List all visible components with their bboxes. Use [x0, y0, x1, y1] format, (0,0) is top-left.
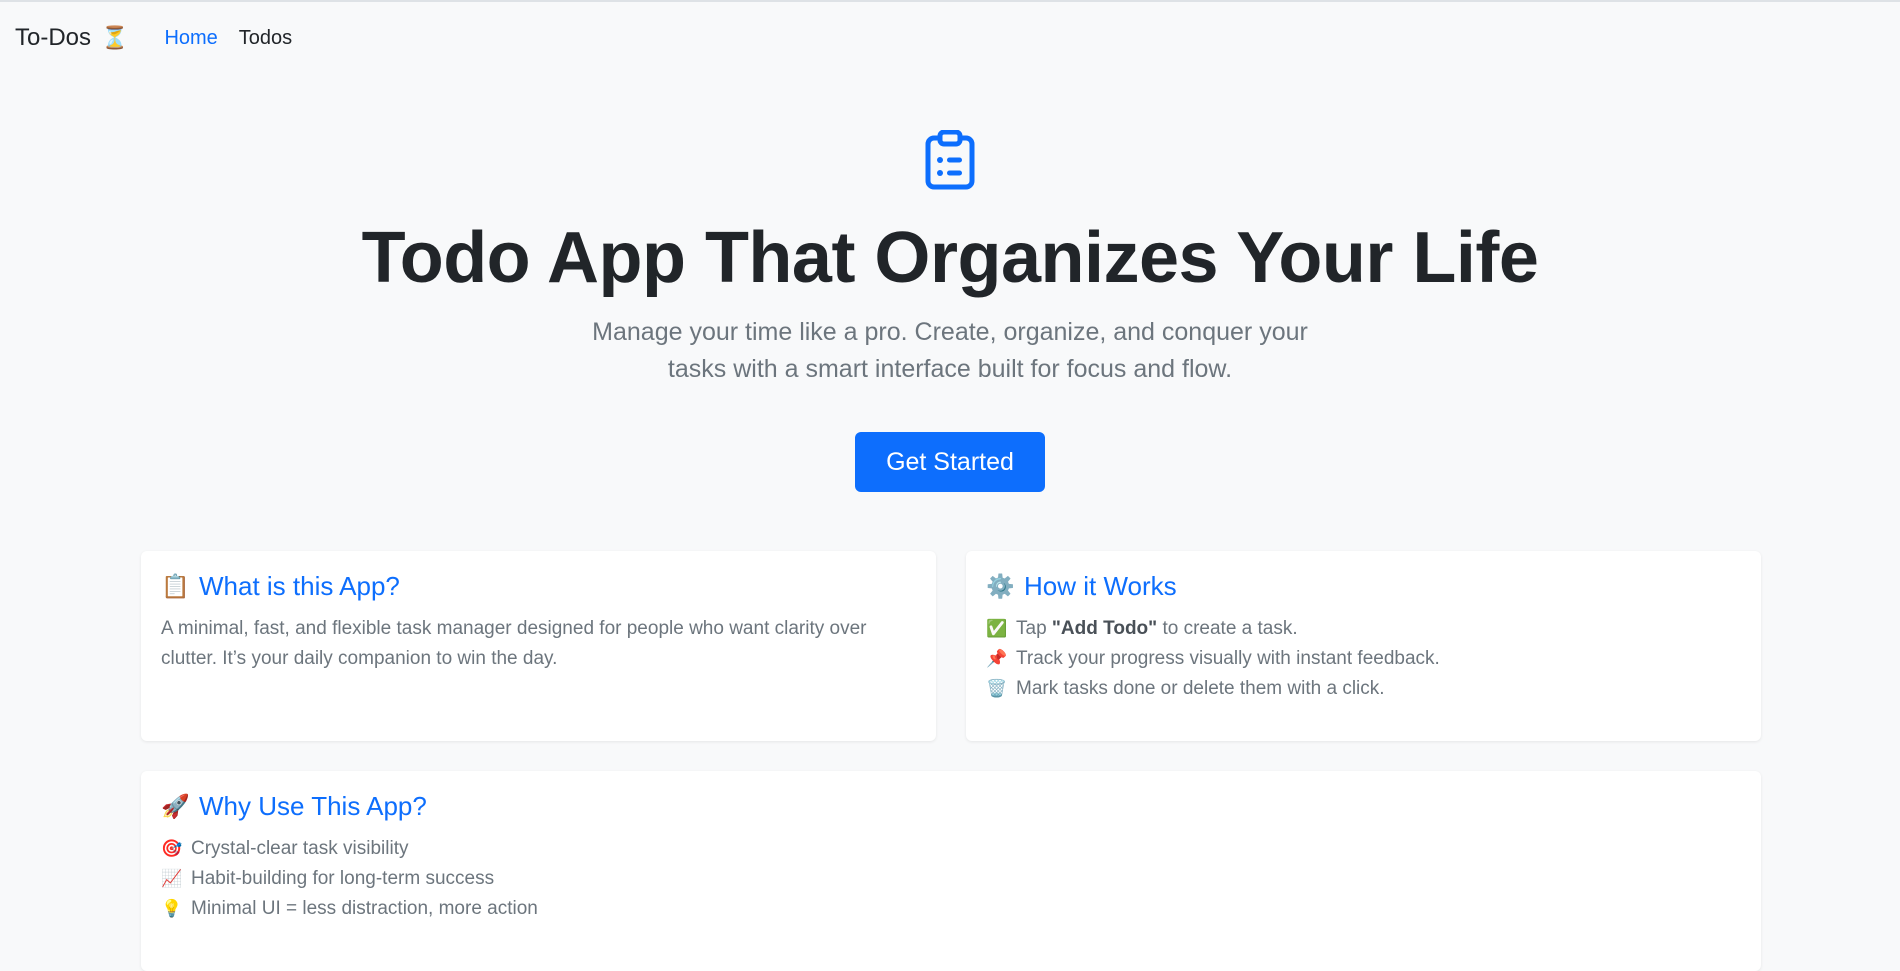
list-item-text-pre: Tap [1016, 618, 1052, 639]
gear-icon: ⚙️ [986, 573, 1015, 599]
card-what-is-this-app: 📋 What is this App? A minimal, fast, and… [141, 551, 936, 741]
pushpin-icon: 📌 [986, 649, 1008, 668]
list-item-text: Habit-building for long-term success [191, 868, 495, 889]
card-title: What is this App? [199, 571, 400, 601]
nav-link-todos[interactable]: Todos [239, 27, 292, 50]
card-description: A minimal, fast, and flexible task manag… [161, 618, 867, 669]
list-item: 🎯 Crystal-clear task visibility [161, 834, 1741, 864]
list-item: 🗑️ Mark tasks done or delete them with a… [986, 674, 1741, 704]
card-how-it-works: ⚙️ How it Works ✅ Tap "Add Todo" to crea… [966, 551, 1761, 741]
light-bulb-icon: 💡 [161, 899, 183, 918]
card-header: 🚀 Why Use This App? [161, 791, 1741, 822]
list-item-text-bold: "Add Todo" [1051, 618, 1158, 639]
brand-name: To-Dos [15, 24, 92, 51]
check-mark-icon: ✅ [986, 619, 1008, 638]
navbar: To-Dos ⏳ Home Todos [0, 2, 1900, 74]
card-why-use-this-app: 🚀 Why Use This App? 🎯 Crystal-clear task… [141, 771, 1761, 971]
card-title: How it Works [1024, 571, 1177, 601]
clipboard-icon: 📋 [161, 573, 190, 599]
list-item: ✅ Tap "Add Todo" to create a task. [986, 614, 1741, 644]
list-item-text-post: to create a task. [1157, 618, 1298, 639]
hero-title: Todo App That Organizes Your Life [361, 218, 1539, 298]
get-started-button[interactable]: Get Started [855, 432, 1045, 492]
list-item-text: Tap "Add Todo" to create a task. [1016, 614, 1298, 644]
target-icon: 🎯 [161, 839, 183, 858]
list-item: 📌 Track your progress visually with inst… [986, 644, 1741, 674]
card-title: Why Use This App? [199, 791, 427, 821]
list-item: 📈 Habit-building for long-term success [161, 864, 1741, 894]
list-item-text: Crystal-clear task visibility [191, 838, 409, 859]
nav-link-home[interactable]: Home [164, 27, 217, 50]
list-item-text: Mark tasks done or delete them with a cl… [1016, 678, 1385, 699]
card-header: ⚙️ How it Works [986, 571, 1741, 602]
rocket-icon: 🚀 [161, 793, 190, 819]
navbar-brand[interactable]: To-Dos ⏳ [15, 24, 128, 52]
hero-subtitle: Manage your time like a pro. Create, org… [592, 318, 1308, 383]
hero-section: Todo App That Organizes Your Life Manage… [0, 130, 1900, 492]
card-header: 📋 What is this App? [161, 571, 916, 602]
chart-increasing-icon: 📈 [161, 869, 183, 888]
list-item-text: Minimal UI = less distraction, more acti… [191, 898, 538, 919]
list-item-text: Track your progress visually with instan… [1016, 648, 1440, 669]
hourglass-icon: ⏳ [101, 25, 129, 50]
clipboard-list-icon [925, 130, 975, 190]
trash-icon: 🗑️ [986, 679, 1008, 698]
list-item: 💡 Minimal UI = less distraction, more ac… [161, 894, 1741, 924]
